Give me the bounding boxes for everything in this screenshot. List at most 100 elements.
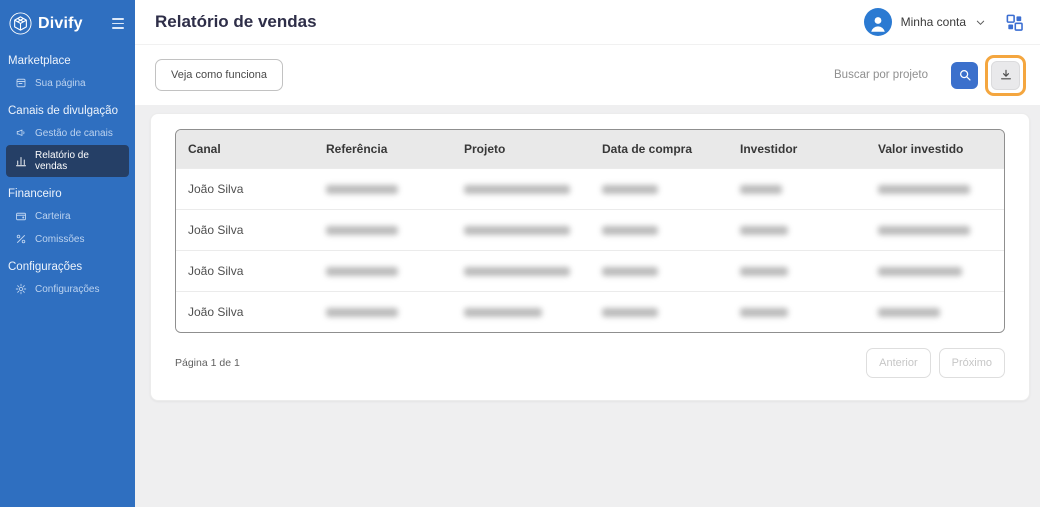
redacted-text (740, 226, 788, 235)
pagination-buttons: Anterior Próximo (866, 348, 1005, 378)
sidebar-item-carteira[interactable]: Carteira (6, 205, 129, 227)
cell-investidor-redacted (728, 169, 866, 210)
redacted-text (878, 185, 970, 194)
cell-canal: João Silva (176, 292, 314, 333)
wallet-icon (15, 210, 27, 222)
next-button[interactable]: Próximo (939, 348, 1005, 378)
app-window: Divify Marketplace Sua página Canais de di… (0, 0, 1040, 507)
column-header: Canal (176, 130, 314, 169)
sidebar-item-gestao-de-canais[interactable]: Gestão de canais (6, 122, 129, 144)
avatar[interactable] (864, 8, 892, 36)
cell-investidor-redacted (728, 292, 866, 333)
previous-button[interactable]: Anterior (866, 348, 931, 378)
cell-canal: João Silva (176, 169, 314, 210)
cell-referencia-redacted (314, 169, 452, 210)
redacted-text (740, 267, 788, 276)
cell-data-de-compra-redacted (590, 292, 728, 333)
table-row: João Silva (176, 210, 1004, 251)
redacted-text (740, 308, 788, 317)
search-input[interactable] (832, 68, 944, 82)
cell-canal: João Silva (176, 251, 314, 292)
redacted-text (326, 308, 398, 317)
bar-chart-icon (15, 155, 27, 167)
sidebar-item-label: Carteira (35, 211, 71, 222)
account-label[interactable]: Minha conta (901, 15, 966, 29)
apps-grid-icon[interactable] (1005, 13, 1024, 32)
sidebar-item-label: Sua página (35, 78, 86, 89)
cell-investidor-redacted (728, 210, 866, 251)
sidebar-item-label: Configurações (35, 284, 99, 295)
divify-logo-icon (8, 11, 33, 36)
redacted-text (326, 185, 398, 194)
main-area: Relatório de vendas Minha conta (135, 0, 1040, 507)
cell-projeto-redacted (452, 251, 590, 292)
cell-projeto-redacted (452, 169, 590, 210)
gear-icon (15, 283, 27, 295)
download-icon (999, 68, 1013, 82)
account-menu: Minha conta (864, 8, 1024, 36)
sidebar-item-sua-pagina[interactable]: Sua página (6, 72, 129, 94)
download-button[interactable] (991, 61, 1020, 90)
redacted-text (740, 185, 782, 194)
redacted-text (878, 267, 962, 276)
sidebar: Divify Marketplace Sua página Canais de di… (0, 0, 135, 507)
cell-referencia-redacted (314, 210, 452, 251)
search-button[interactable] (951, 62, 978, 89)
brand-name: Divify (38, 15, 83, 33)
sidebar-section-label: Canais de divulgação (8, 105, 127, 117)
sidebar-section-label: Marketplace (8, 55, 127, 67)
cell-valor-investido-redacted (866, 169, 1004, 210)
table-row: João Silva (176, 251, 1004, 292)
cell-canal: João Silva (176, 210, 314, 251)
column-header: Investidor (728, 130, 866, 169)
sidebar-item-label: Comissões (35, 234, 84, 245)
redacted-text (464, 185, 570, 194)
column-header: Projeto (452, 130, 590, 169)
download-highlight-annotation (985, 55, 1026, 96)
redacted-text (326, 267, 398, 276)
search-area (832, 55, 1026, 96)
sidebar-section-label: Financeiro (8, 188, 127, 200)
cell-data-de-compra-redacted (590, 251, 728, 292)
redacted-text (464, 226, 570, 235)
cell-investidor-redacted (728, 251, 866, 292)
redacted-text (602, 267, 658, 276)
percent-icon (15, 233, 27, 245)
sidebar-item-label: Relatório de vendas (35, 150, 123, 172)
table-row: João Silva (176, 292, 1004, 333)
toolbar: Veja como funciona (135, 45, 1040, 105)
cell-valor-investido-redacted (866, 210, 1004, 251)
sidebar-item-configuracoes[interactable]: Configurações (6, 278, 129, 300)
cell-data-de-compra-redacted (590, 169, 728, 210)
redacted-text (602, 308, 658, 317)
chevron-down-icon[interactable] (975, 17, 986, 28)
sidebar-item-label: Gestão de canais (35, 128, 113, 139)
page-title: Relatório de vendas (155, 12, 317, 32)
redacted-text (602, 185, 658, 194)
column-header: Valor investido (866, 130, 1004, 169)
cell-projeto-redacted (452, 292, 590, 333)
menu-toggle-icon[interactable] (110, 16, 126, 30)
column-header: Referência (314, 130, 452, 169)
pagination-label: Página 1 de 1 (175, 357, 240, 369)
cell-valor-investido-redacted (866, 292, 1004, 333)
sidebar-item-relatorio-de-vendas[interactable]: Relatório de vendas (6, 145, 129, 177)
sales-table: CanalReferênciaProjetoData de compraInve… (175, 129, 1005, 333)
how-it-works-button[interactable]: Veja como funciona (155, 59, 283, 91)
megaphone-icon (15, 127, 27, 139)
cell-projeto-redacted (452, 210, 590, 251)
content-area: CanalReferênciaProjetoData de compraInve… (135, 105, 1040, 507)
sidebar-nav: Marketplace Sua página Canais de divulgaçã… (0, 44, 135, 301)
page-icon (15, 77, 27, 89)
pagination: Página 1 de 1 Anterior Próximo (175, 348, 1005, 378)
sidebar-item-comissoes[interactable]: Comissões (6, 228, 129, 250)
redacted-text (326, 226, 398, 235)
redacted-text (464, 308, 542, 317)
topbar: Relatório de vendas Minha conta (135, 0, 1040, 45)
sidebar-logo-row: Divify (0, 0, 135, 44)
sidebar-section-label: Configurações (8, 261, 127, 273)
redacted-text (602, 226, 658, 235)
redacted-text (878, 226, 970, 235)
table-row: João Silva (176, 169, 1004, 210)
redacted-text (464, 267, 570, 276)
